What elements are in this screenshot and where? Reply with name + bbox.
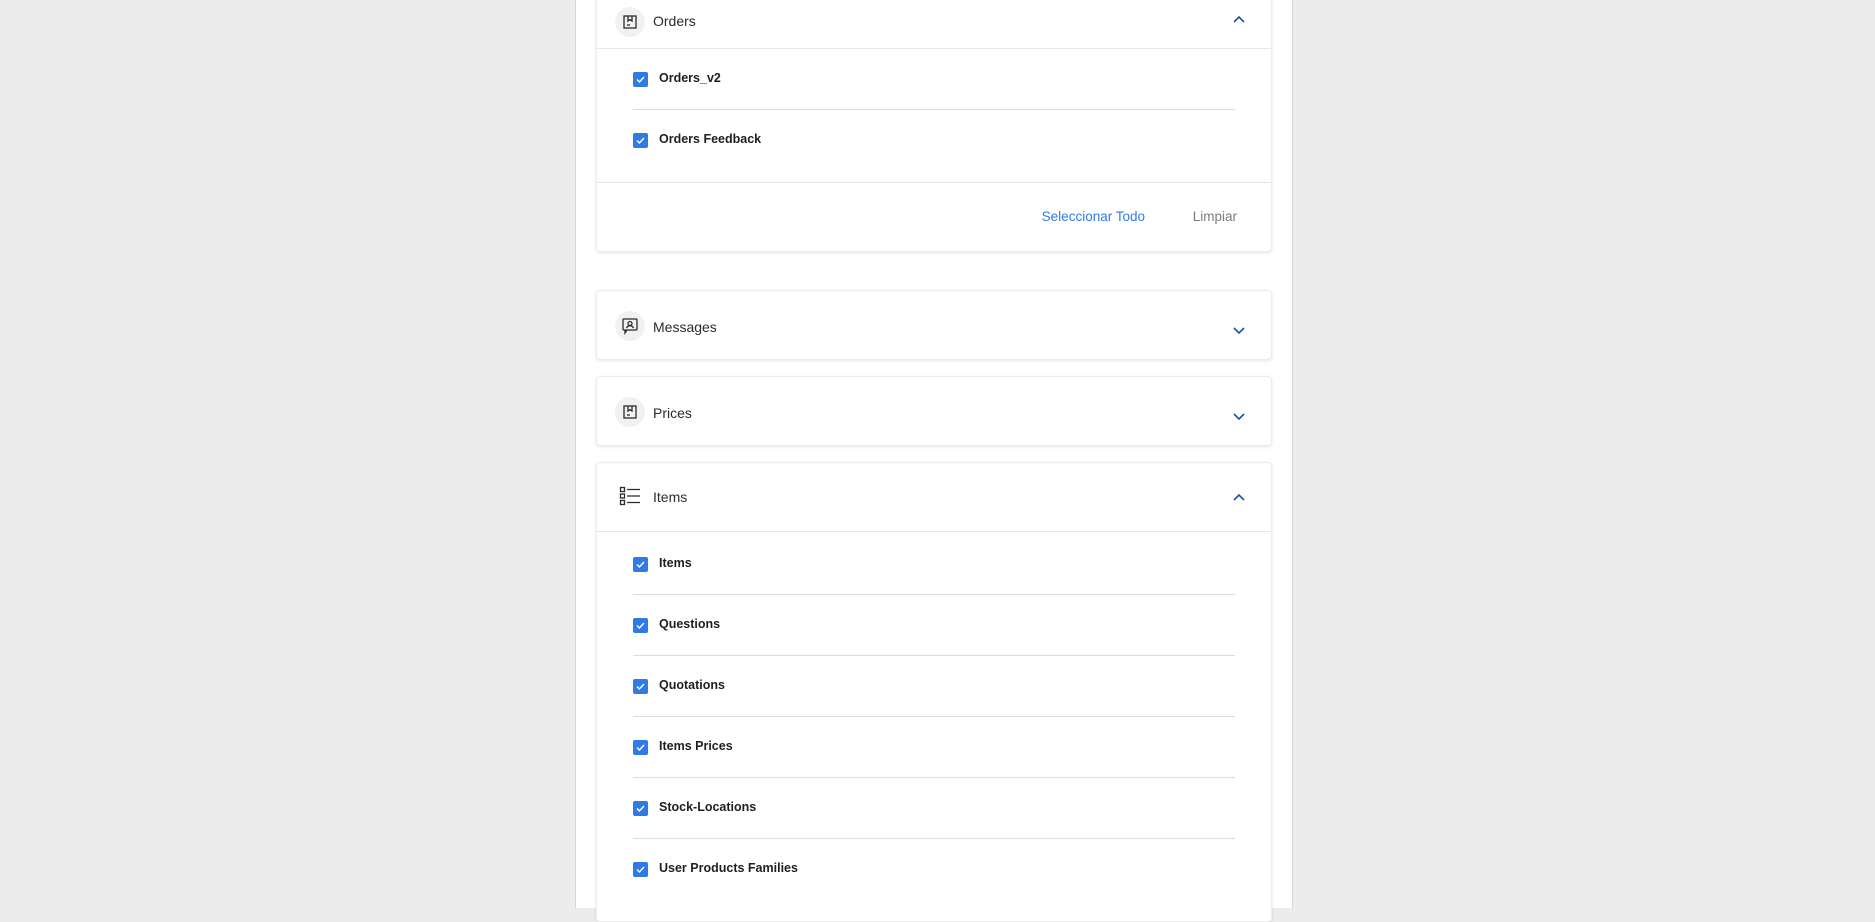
- section-items-header[interactable]: Items: [597, 463, 1271, 532]
- checkbox-checked[interactable]: [633, 801, 648, 816]
- section-orders-header[interactable]: Orders: [597, 0, 1271, 49]
- orders-list: Orders_v2 Orders Feedback: [597, 49, 1271, 182]
- message-user-icon: [615, 311, 645, 341]
- section-items: Items Items Questions Quotations Items P…: [596, 462, 1272, 922]
- list-item[interactable]: Items Prices: [633, 717, 1235, 778]
- checkbox-checked[interactable]: [633, 740, 648, 755]
- list-item-label: Items Prices: [659, 739, 733, 753]
- section-prices-header[interactable]: Prices: [597, 377, 1271, 445]
- chevron-down-icon[interactable]: [1231, 409, 1247, 425]
- checkbox-checked[interactable]: [633, 618, 648, 633]
- list-item[interactable]: Items: [633, 534, 1235, 595]
- checkbox-checked[interactable]: [633, 72, 648, 87]
- checkbox-checked[interactable]: [633, 133, 648, 148]
- clear-button[interactable]: Limpiar: [1193, 209, 1237, 224]
- section-prices: Prices: [596, 376, 1272, 446]
- list-item[interactable]: Orders_v2: [633, 49, 1235, 110]
- content-panel: Orders Orders_v2 Orders Feedback Selecci…: [575, 0, 1293, 922]
- list-item-label: Orders_v2: [659, 71, 721, 85]
- section-messages: Messages: [596, 290, 1272, 360]
- box-icon: [615, 397, 645, 427]
- section-orders-title: Orders: [653, 13, 696, 29]
- chevron-up-icon[interactable]: [1231, 11, 1247, 27]
- list-item[interactable]: Stock-Locations: [633, 778, 1235, 839]
- section-messages-header[interactable]: Messages: [597, 291, 1271, 359]
- section-prices-title: Prices: [653, 405, 692, 421]
- checkbox-checked[interactable]: [633, 862, 648, 877]
- checkbox-checked[interactable]: [633, 557, 648, 572]
- list-item-label: Items: [659, 556, 692, 570]
- list-item-label: Quotations: [659, 678, 725, 692]
- list-item[interactable]: Orders Feedback: [633, 110, 1235, 182]
- list-item-label: Orders Feedback: [659, 132, 762, 146]
- list-item[interactable]: Quotations: [633, 656, 1235, 717]
- checkbox-checked[interactable]: [633, 679, 648, 694]
- list-item-label: User Products Families: [659, 861, 798, 875]
- section-orders-footer: Seleccionar Todo Limpiar: [597, 182, 1271, 251]
- section-messages-title: Messages: [653, 319, 717, 335]
- list-item[interactable]: User Products Families: [633, 839, 1235, 900]
- list-item-label: Questions: [659, 617, 721, 631]
- list-item[interactable]: Questions: [633, 595, 1235, 656]
- list-item-label: Stock-Locations: [659, 800, 757, 814]
- section-orders: Orders Orders_v2 Orders Feedback Selecci…: [596, 0, 1272, 252]
- box-icon: [615, 7, 645, 37]
- chevron-down-icon[interactable]: [1231, 323, 1247, 339]
- list-icon: [615, 481, 645, 511]
- chevron-up-icon[interactable]: [1231, 489, 1247, 505]
- select-all-button[interactable]: Seleccionar Todo: [1042, 209, 1145, 224]
- section-items-title: Items: [653, 489, 688, 505]
- items-list: Items Questions Quotations Items Prices …: [597, 532, 1271, 900]
